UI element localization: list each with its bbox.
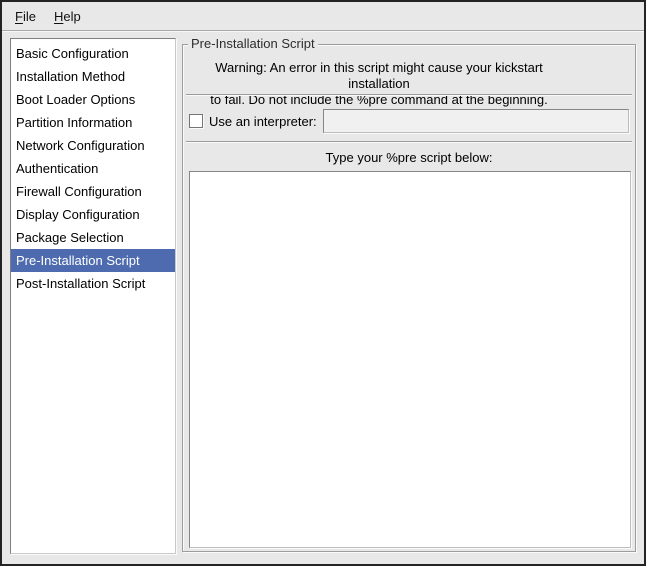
- list-item-post-installation-script[interactable]: Post-Installation Script: [11, 272, 175, 295]
- frame-title: Pre-Installation Script: [188, 36, 318, 51]
- separator: [186, 94, 632, 96]
- list-item-display-configuration[interactable]: Display Configuration: [11, 203, 175, 226]
- list-item-installation-method[interactable]: Installation Method: [11, 65, 175, 88]
- list-item-package-selection[interactable]: Package Selection: [11, 226, 175, 249]
- list-item-network-configuration[interactable]: Network Configuration: [11, 134, 175, 157]
- menu-file[interactable]: File: [6, 5, 45, 28]
- list-item-firewall-configuration[interactable]: Firewall Configuration: [11, 180, 175, 203]
- use-interpreter-checkbox[interactable]: [189, 114, 203, 128]
- list-item-boot-loader-options[interactable]: Boot Loader Options: [11, 88, 175, 111]
- warning-line-1: Warning: An error in this script might c…: [215, 60, 543, 91]
- menu-help-label: elp: [63, 9, 80, 24]
- script-area-label: Type your %pre script below:: [183, 150, 635, 165]
- list-item-partition-information[interactable]: Partition Information: [11, 111, 175, 134]
- menu-help-mnemonic: H: [54, 9, 63, 24]
- list-item-basic-configuration[interactable]: Basic Configuration: [11, 42, 175, 65]
- menu-help[interactable]: Help: [45, 5, 90, 28]
- use-interpreter-label: Use an interpreter:: [209, 114, 317, 129]
- list-item-pre-installation-script[interactable]: Pre-Installation Script: [11, 249, 175, 272]
- menu-file-mnemonic: F: [15, 9, 23, 24]
- pre-installation-script-frame: Pre-Installation Script Warning: An erro…: [182, 44, 636, 552]
- pre-script-textarea[interactable]: [189, 171, 631, 548]
- separator: [186, 141, 632, 143]
- menu-file-label: ile: [23, 9, 36, 24]
- section-list: Basic Configuration Installation Method …: [10, 38, 176, 554]
- interpreter-input[interactable]: [323, 109, 629, 133]
- list-item-authentication[interactable]: Authentication: [11, 157, 175, 180]
- menu-bar: File Help: [2, 2, 644, 31]
- kickstart-configurator-window: File Help Basic Configuration Installati…: [0, 0, 646, 566]
- warning-text: Warning: An error in this script might c…: [188, 60, 570, 108]
- interpreter-row: Use an interpreter:: [189, 107, 629, 135]
